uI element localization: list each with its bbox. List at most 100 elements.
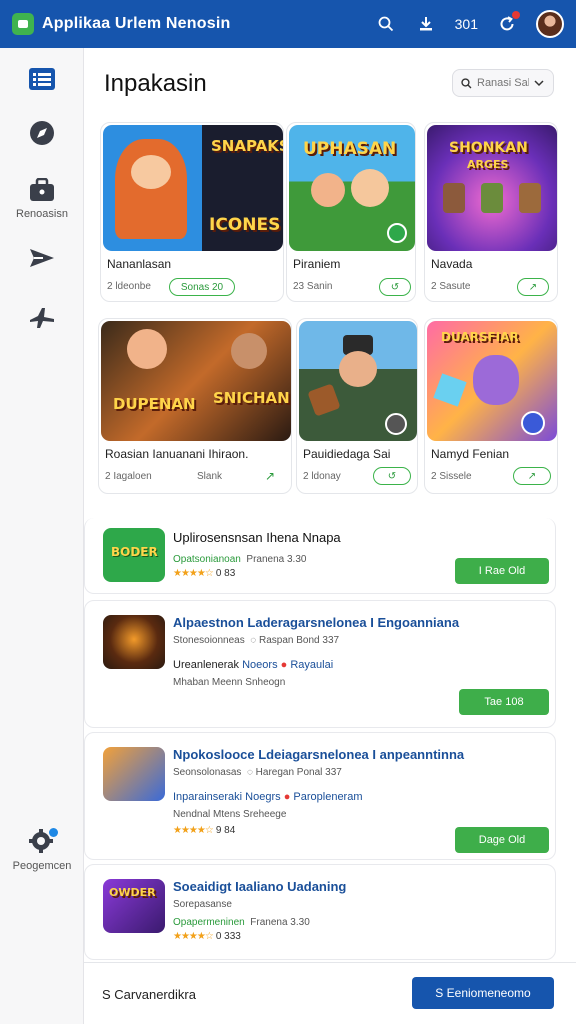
app-icon: BODER (103, 528, 165, 582)
leaf-icon: ↺ (390, 281, 400, 293)
refresh-icon[interactable] (496, 11, 520, 35)
thumbnail-title: SNAPAKS (211, 137, 283, 155)
get-button[interactable]: ↗ (513, 467, 551, 485)
get-button[interactable]: ↗ (517, 278, 549, 296)
game-card[interactable]: SHONKAN ARGES Navada 2 Sasute ↗ (424, 122, 558, 302)
list-item-title: Npokoslooce Ldeiagarsnelonea I anpeannti… (173, 747, 465, 762)
game-thumbnail: UPHASAN (289, 125, 415, 251)
send-icon (30, 249, 54, 267)
card-title: Navada (431, 257, 473, 271)
rating: ★★★★☆ 9 84 (173, 825, 236, 836)
list-item-tags: Ureanlenerak Noeors ● Rayaulai (173, 659, 334, 671)
list-item-description: Mhaban Meenn Snheogn (173, 677, 286, 688)
app-icon-text: BODER (111, 545, 158, 559)
sidebar-item-briefcase[interactable]: Renoasisn (0, 178, 84, 220)
download-icon[interactable] (415, 13, 437, 35)
thumbnail-title: UPHASAN (303, 139, 397, 159)
game-card[interactable]: UPHASAN Piraniem 23 Sanin ↺ (286, 122, 416, 302)
search-icon[interactable] (375, 13, 397, 35)
notification-dot (512, 11, 520, 19)
briefcase-icon (30, 178, 54, 201)
get-button[interactable]: Sonas 20 (169, 278, 235, 296)
search-box[interactable] (452, 69, 554, 97)
game-card[interactable]: DUARSFIAR Namyd Fenian 2 Sissele ↗ (424, 318, 558, 494)
thumbnail-subtitle: ICONES (209, 215, 281, 235)
leaf-icon: ↺ (387, 470, 397, 482)
sidebar-item-compass[interactable] (0, 120, 84, 146)
footer-bar: S Carvanerdikra S Eeniomeneomo (84, 962, 576, 1024)
game-card[interactable]: Pauidiedaga Sai 2 ldonay ↺ (296, 318, 418, 494)
search-input[interactable] (477, 77, 529, 89)
main-content: Inpakasin SNAPAKS ICONES Nananlasan 2 ld… (84, 48, 576, 1024)
thumbnail-subtitle: SNICHAN (213, 389, 290, 407)
thumbnail-title: DUARSFIAR (441, 330, 519, 344)
leaf-icon: ↗ (528, 281, 538, 293)
list-item-description: Nendnal Mtens Sreheege (173, 809, 287, 820)
list-item-subtitle: Sorepasanse (173, 899, 232, 910)
list-item-tags: Inparainseraki Noegrs ● Paropleneram (173, 791, 363, 803)
list-item-meta: Opapermeninen Franena 3.30 (173, 917, 310, 928)
card-title: Piraniem (293, 257, 341, 271)
list-item-subtitle: Opatsonianoan Pranena 3.30 (173, 554, 307, 565)
card-meta: 2 ldonay (303, 471, 341, 482)
search-icon (461, 77, 472, 88)
card-title: Namyd Fenian (431, 447, 510, 461)
list-icon (29, 68, 55, 90)
sidebar-item-send[interactable] (0, 246, 84, 270)
app-icon (103, 747, 165, 801)
app-header: Applikaa Urlem Nenosin 301 (0, 0, 576, 48)
list-item[interactable]: BODER Uplirosensnsan Ihena Nnapa Opatson… (84, 518, 556, 594)
compass-icon (30, 121, 54, 145)
get-button[interactable]: ↺ (373, 467, 411, 485)
plane-icon (30, 308, 54, 328)
thumbnail-subtitle: ARGES (467, 158, 509, 171)
app-icon: OWDER (103, 879, 165, 933)
app-title: Applikaa Urlem Nenosin (42, 15, 231, 32)
footer-text: S Carvanerdikra (102, 987, 196, 1002)
leaf-icon: ↗ (527, 470, 537, 482)
list-item[interactable]: Alpaestnon Laderagarsnelonea I Engoannia… (84, 600, 556, 728)
get-button[interactable]: ↺ (379, 278, 411, 296)
sidebar-item-list[interactable] (0, 68, 84, 90)
card-meta: 2 Iagaloen (105, 471, 152, 482)
thumbnail-title: DUPENAN (113, 395, 196, 413)
app-icon-text: OWDER (109, 886, 156, 899)
list-item-title: Uplirosensnsan Ihena Nnapa (173, 530, 341, 545)
sidebar: Renoasisn Peogemcen (0, 48, 84, 1024)
avatar[interactable] (536, 10, 564, 38)
sidebar-item-label: Renoasisn (16, 208, 68, 220)
rating: ★★★★☆ 0 333 (173, 931, 241, 942)
list-item[interactable]: Npokoslooce Ldeiagarsnelonea I anpeannti… (84, 732, 556, 860)
card-title: Nananlasan (107, 257, 172, 271)
list-item-subtitle: Stonesoionneas ◌ Raspan Bond 337 (173, 635, 340, 646)
sidebar-settings-label: Peogemcen (12, 860, 72, 872)
page-title: Inpakasin (104, 70, 207, 97)
game-card[interactable]: SNAPAKS ICONES Nananlasan 2 ldeonbe Sona… (100, 122, 284, 302)
sidebar-item-settings[interactable]: Peogemcen (0, 826, 84, 872)
game-thumbnail (299, 321, 417, 441)
card-meta: 2 Sissele (431, 471, 472, 482)
card-meta-secondary: Slank (197, 471, 223, 482)
card-title: Pauidiedaga Sai (303, 447, 391, 461)
notification-count: 301 (454, 16, 478, 32)
get-button[interactable]: Dage Old (455, 827, 549, 853)
thumbnail-title: SHONKAN (449, 140, 528, 156)
get-button[interactable]: I Rae Old (455, 558, 549, 584)
rating: ★★★★☆ 0 83 (173, 568, 236, 579)
sidebar-item-plane[interactable] (0, 306, 84, 330)
card-title: Roasian Ianuanani Ihiraon. (105, 447, 249, 461)
list-item-title: Alpaestnon Laderagarsnelonea I Engoannia… (173, 615, 460, 630)
game-thumbnail: DUPENAN SNICHAN (101, 321, 291, 441)
get-button[interactable]: Tae 108 (459, 689, 549, 715)
game-thumbnail: SHONKAN ARGES (427, 125, 557, 251)
get-icon[interactable]: ↗ (265, 469, 275, 483)
game-card[interactable]: DUPENAN SNICHAN Roasian Ianuanani Ihirao… (98, 318, 292, 494)
card-meta: 2 Sasute (431, 281, 471, 292)
game-thumbnail: DUARSFIAR (427, 321, 557, 441)
app-icon (103, 615, 165, 669)
chevron-down-icon (534, 80, 544, 87)
list-item[interactable]: OWDER Soeaidigt Iaaliano Uadaning Sorepa… (84, 864, 556, 960)
list-item-subtitle: Seonsolonasas ◌ Haregan Ponal 337 (173, 767, 342, 778)
list-item-title: Soeaidigt Iaaliano Uadaning (173, 879, 347, 894)
footer-button[interactable]: S Eeniomeneomo (412, 977, 554, 1009)
